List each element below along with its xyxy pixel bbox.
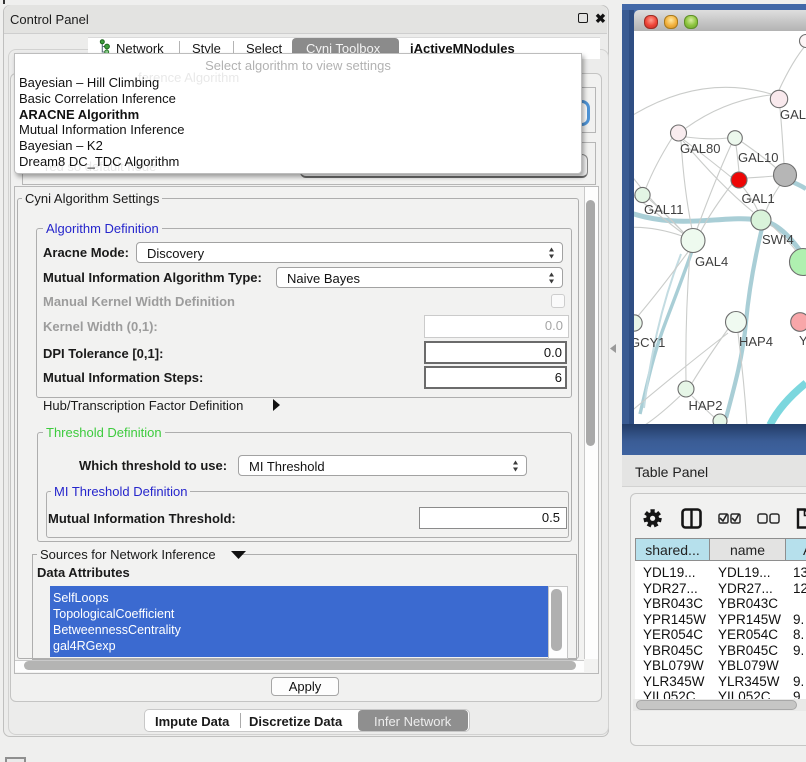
svg-text:GAL10: GAL10 [738,150,778,165]
svg-text:GAL4: GAL4 [695,254,728,269]
svg-text:SWI4: SWI4 [762,232,794,247]
svg-text:GCY1: GCY1 [634,335,665,350]
svg-text:HAP2: HAP2 [689,398,723,413]
svg-text:Y: Y [799,333,806,348]
svg-text:GAL11: GAL11 [644,202,684,217]
svg-text:GAL1: GAL1 [742,191,775,206]
svg-text:HAP4: HAP4 [739,334,773,349]
svg-text:GAL80: GAL80 [680,141,720,156]
svg-text:GAL7: GAL7 [780,107,806,122]
